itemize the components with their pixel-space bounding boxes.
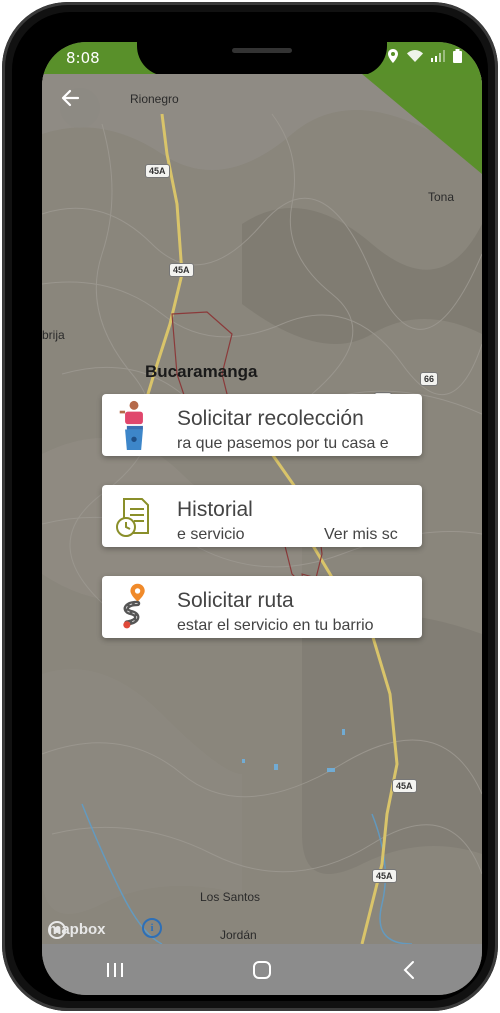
road-shield: 45A — [145, 164, 170, 178]
nav-back-button[interactable] — [379, 950, 439, 990]
location-icon — [388, 49, 398, 63]
card-subtitle: estar el servicio en tu barrio — [177, 617, 374, 634]
home-icon — [252, 960, 271, 979]
green-corner-accent — [362, 74, 482, 174]
status-time: 8:08 — [66, 49, 100, 67]
mapbox-icon — [48, 921, 66, 939]
recents-icon — [107, 962, 124, 977]
card-title: Historial — [177, 498, 253, 521]
road-shield: 45A — [169, 263, 194, 277]
card-title: Solicitar ruta — [177, 589, 294, 612]
speaker — [232, 48, 292, 53]
recents-button[interactable] — [85, 950, 145, 990]
request-collection-card[interactable]: Solicitar recolección ra que pasemos por… — [102, 394, 422, 456]
card-subtitle: ra que pasemos por tu casa e — [177, 435, 389, 452]
wifi-icon — [407, 50, 423, 62]
arrow-left-icon — [61, 89, 80, 107]
map-label-jordan: Jordán — [220, 928, 257, 942]
info-icon[interactable]: i — [142, 918, 162, 938]
history-card[interactable]: Historial e servicio Ver mis sc — [102, 485, 422, 547]
road-shield: 66 — [420, 372, 439, 386]
mapbox-logo[interactable]: mapbox — [48, 921, 106, 939]
card-title: Solicitar recolección — [177, 407, 364, 430]
signal-icon — [431, 50, 445, 62]
back-icon — [403, 960, 414, 979]
person-trash-bin-icon — [119, 400, 143, 450]
card-subtitle-left: e servicio — [177, 526, 245, 543]
route-pin-icon — [123, 583, 145, 629]
request-route-card[interactable]: Solicitar ruta estar el servicio en tu b… — [102, 576, 422, 638]
card-subtitle-right: Ver mis sc — [324, 526, 398, 543]
map-label-girija: brija — [42, 328, 65, 342]
map-label-rionegro: Rionegro — [130, 92, 179, 106]
map-label-tona: Tona — [428, 190, 455, 204]
map-label-bucaramanga: Bucaramanga — [145, 362, 258, 381]
road-shield: 45A — [392, 779, 417, 793]
screen: 8:08 Rionegro Tona brija Bucaramanga Los… — [42, 42, 482, 995]
phone-frame: 8:08 Rionegro Tona brija Bucaramanga Los… — [2, 2, 498, 1011]
document-clock-icon — [116, 498, 149, 537]
android-nav-bar — [42, 944, 482, 995]
back-button[interactable] — [60, 88, 100, 128]
camera-notch — [137, 42, 387, 76]
home-button[interactable] — [232, 950, 292, 990]
battery-icon — [453, 49, 462, 63]
phone-bezel: 8:08 Rionegro Tona brija Bucaramanga Los… — [12, 12, 488, 1001]
map-label-los-santos: Los Santos — [200, 890, 261, 904]
road-shield: 45A — [372, 869, 397, 883]
status-icons — [387, 49, 462, 63]
